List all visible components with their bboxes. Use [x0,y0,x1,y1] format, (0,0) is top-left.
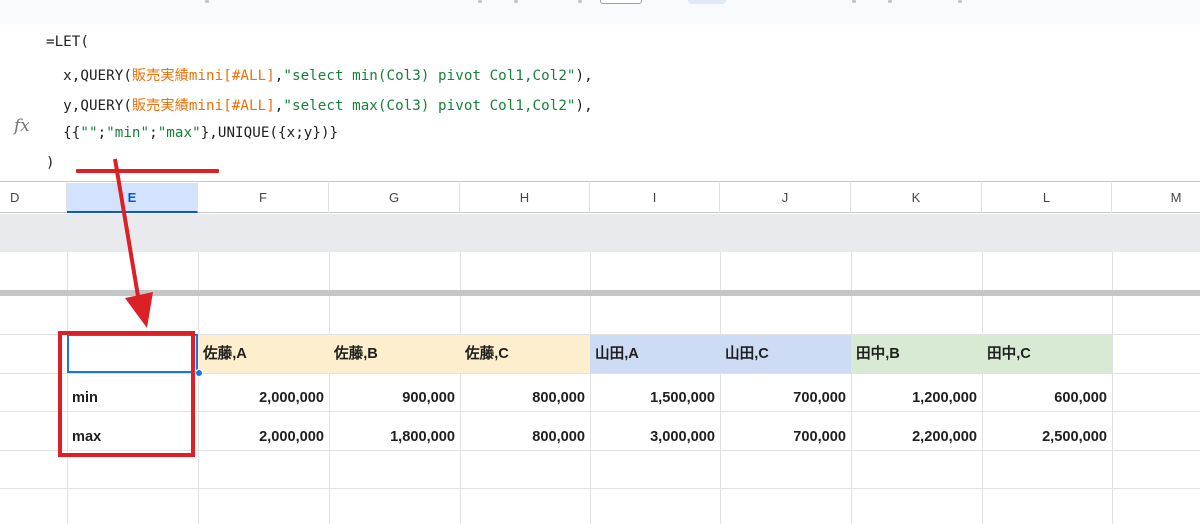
table-header-cell[interactable]: 山田,C [720,335,851,373]
formula-line-4[interactable]: {{"";"min";"max"},UNIQUE({x;y})} [46,125,338,141]
formula-line-1[interactable]: =LET( [46,34,89,50]
table-cell[interactable]: 700,000 [720,379,851,417]
freeze-divider[interactable] [0,290,1200,296]
toolbar-icon[interactable] [578,0,582,3]
table-cell[interactable]: 2,000,000 [198,418,329,456]
column-header-g[interactable]: G [329,183,460,213]
toolbar-button-selected[interactable] [688,0,726,4]
annotation-red-box [58,331,195,457]
column-header-h[interactable]: H [460,183,590,213]
table-cell[interactable]: 700,000 [720,418,851,456]
table-header-cell[interactable]: 佐藤,B [329,335,460,373]
toolbar-button[interactable] [600,0,642,4]
table-cell[interactable]: 2,000,000 [198,379,329,417]
formula-line-3[interactable]: y,QUERY(販売実績mini[#ALL],"select max(Col3)… [46,95,593,115]
toolbar-icon[interactable] [888,0,892,3]
column-header-i[interactable]: I [590,183,720,213]
annotation-underline [76,169,219,173]
table-cell[interactable]: 900,000 [329,379,460,417]
table-cell[interactable]: 600,000 [982,379,1112,417]
table-cell[interactable]: 800,000 [460,379,590,417]
table-header-cell[interactable]: 田中,C [982,335,1112,373]
toolbar-icon[interactable] [958,0,962,3]
formula-line-2[interactable]: x,QUERY(販売実績mini[#ALL],"select min(Col3)… [46,65,593,85]
column-header-j[interactable]: J [720,183,851,213]
fx-icon: fx [14,116,30,136]
column-header-row: D E F G H I J K L M [0,183,1200,213]
frozen-row-band [0,214,1200,252]
table-cell[interactable]: 2,200,000 [851,418,982,456]
table-header-cell[interactable]: 田中,B [851,335,982,373]
table-cell[interactable]: 3,000,000 [590,418,720,456]
toolbar-icon[interactable] [852,0,856,3]
formula-line-5[interactable]: ) [46,155,55,171]
fill-handle[interactable] [195,369,203,377]
column-header-d[interactable]: D [0,183,67,213]
table-header-cell[interactable]: 佐藤,C [460,335,590,373]
column-header-k[interactable]: K [851,183,982,213]
table-cell[interactable]: 1,500,000 [590,379,720,417]
table-cell[interactable]: 1,200,000 [851,379,982,417]
formula-bar[interactable]: fx =LET( x,QUERY(販売実績mini[#ALL],"select … [0,24,1200,182]
toolbar-icon[interactable] [514,0,518,3]
table-cell[interactable]: 800,000 [460,418,590,456]
column-header-l[interactable]: L [982,183,1112,213]
toolbar-icon[interactable] [205,0,209,3]
toolbar-strip [0,0,1200,24]
column-header-e[interactable]: E [67,183,198,213]
column-header-m[interactable]: M [1112,183,1200,213]
column-header-f[interactable]: F [198,183,329,213]
toolbar-icon[interactable] [478,0,482,3]
table-cell[interactable]: 2,500,000 [982,418,1112,456]
table-cell[interactable]: 1,800,000 [329,418,460,456]
table-header-cell[interactable]: 佐藤,A [198,335,329,373]
table-header-cell[interactable]: 山田,A [590,335,720,373]
